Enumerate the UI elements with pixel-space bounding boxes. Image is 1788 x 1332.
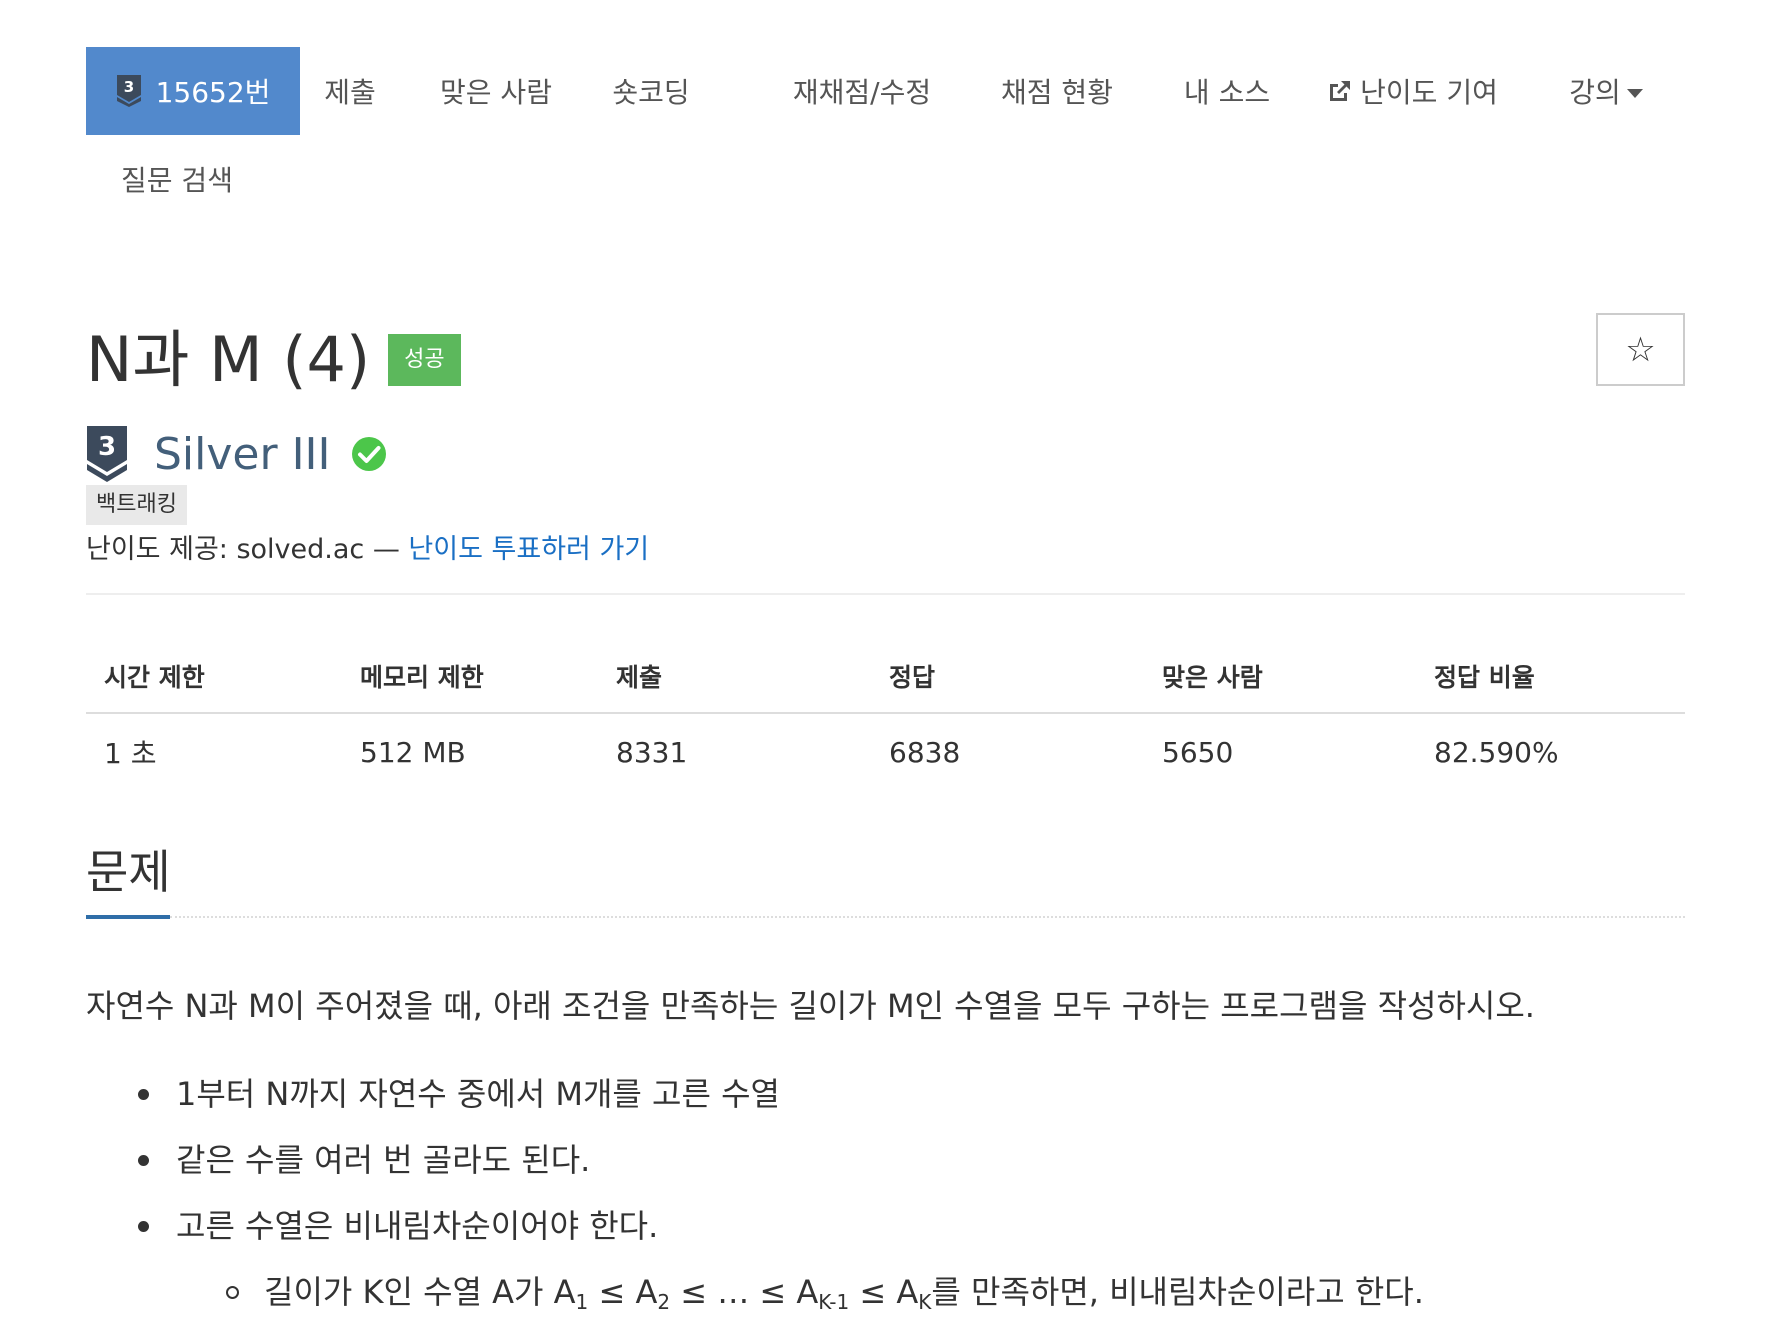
list-item: 같은 수를 여러 번 골라도 된다. [86, 1136, 1686, 1202]
table-header-cell: 제출 [616, 663, 663, 692]
favorite-star-button[interactable]: ☆ [1596, 313, 1685, 386]
list-item: 1부터 N까지 자연수 중에서 M개를 고른 수열 [86, 1070, 1686, 1136]
silver-tier-icon: 3 [116, 75, 142, 107]
time-limit-cell: 1 초 [104, 737, 157, 770]
difficulty-source-line: 난이도 제공: solved.ac — 난이도 투표하러 가기 [86, 530, 649, 570]
sub-list-text: 를 만족하면, 비내림차순이라고 한다. [931, 1273, 1424, 1311]
tab-shortest-code-label: 숏코딩 [612, 76, 690, 109]
sub-list-text: ≤ A [588, 1273, 658, 1311]
tab-question-search[interactable]: 질문 검색 [86, 135, 268, 223]
condition-list: 1부터 N까지 자연수 중에서 M개를 고른 수열 같은 수를 여러 번 골라도… [86, 1070, 1686, 1332]
tier-row: 3 Silver III [86, 424, 387, 484]
accepted-users-cell: 5650 [1162, 735, 1234, 769]
divider [86, 593, 1685, 595]
tab-question-search-label: 질문 검색 [121, 164, 233, 197]
tab-my-source-label: 내 소스 [1183, 76, 1271, 109]
tier-digit: 3 [98, 432, 116, 462]
section-heading-problem: 문제 [86, 845, 171, 899]
check-circle-icon [351, 436, 387, 472]
caret-down-icon [1626, 88, 1643, 98]
table-header-cell: 정답 비율 [1434, 663, 1535, 692]
algorithm-tag[interactable]: 백트래킹 [86, 485, 187, 525]
subscript: K-1 [818, 1290, 850, 1314]
submissions-cell: 8331 [616, 735, 688, 769]
problem-nav: 3 15652번 제출 맞은 사람 숏코딩 재채점/수정 채점 현황 내 소스 … [86, 47, 1686, 227]
sub-list-text: 길이가 K인 수열 A가 A [264, 1273, 576, 1311]
section-divider [170, 916, 1685, 918]
table-header-cell: 맞은 사람 [1162, 663, 1263, 692]
problem-info-table: 시간 제한 메모리 제한 제출 정답 맞은 사람 정답 비율 1 초 512 M… [86, 640, 1685, 790]
star-icon: ☆ [1625, 329, 1656, 370]
silver-tier-icon: 3 [86, 426, 128, 482]
tier-digit: 3 [123, 78, 133, 96]
tab-difficulty-contribution[interactable]: 난이도 기여 [1312, 47, 1512, 135]
sub-list-text: ≤ … ≤ A [670, 1273, 819, 1311]
tab-status[interactable]: 채점 현황 [982, 47, 1132, 135]
section-heading-underline [86, 915, 170, 919]
title-row: N과 M (4) 성공 [86, 314, 461, 396]
tab-rejudge[interactable]: 재채점/수정 [772, 47, 952, 135]
tier-name[interactable]: Silver III [154, 429, 331, 480]
tab-problem-number[interactable]: 3 15652번 [86, 47, 300, 135]
result-badge: 성공 [388, 334, 461, 386]
accept-ratio-cell: 82.590% [1434, 735, 1559, 769]
difficulty-source-text: 난이도 제공: solved.ac — [86, 534, 409, 565]
tab-shortest-code[interactable]: 숏코딩 [586, 47, 716, 135]
external-link-icon [1326, 77, 1354, 105]
accepted-cell: 6838 [889, 735, 961, 769]
problem-description: 자연수 N과 M이 주어졌을 때, 아래 조건을 만족하는 길이가 M인 수열을… [86, 987, 1535, 1025]
sub-list-text: ≤ A [849, 1273, 919, 1311]
tab-status-label: 채점 현황 [1001, 76, 1113, 109]
tab-difficulty-contribution-label: 난이도 기여 [1360, 76, 1498, 109]
tab-rejudge-label: 재채점/수정 [792, 76, 932, 109]
problem-number-label: 15652번 [155, 76, 271, 109]
subscript: K [918, 1290, 932, 1314]
tab-submit-label: 제출 [324, 76, 376, 109]
tab-my-source[interactable]: 내 소스 [1162, 47, 1292, 135]
list-item: 고른 수열은 비내림차순이어야 한다. [86, 1202, 1686, 1268]
subscript: 2 [657, 1290, 671, 1314]
table-header-cell: 시간 제한 [104, 663, 205, 692]
problem-title: N과 M (4) [86, 323, 371, 396]
memory-limit-cell: 512 MB [360, 735, 466, 769]
table-header-cell: 정답 [889, 663, 936, 692]
tab-lectures-dropdown[interactable]: 강의 [1546, 47, 1666, 135]
tab-accepted-people[interactable]: 맞은 사람 [416, 47, 576, 135]
table-row: 1 초 512 MB 8331 6838 5650 82.590% [86, 714, 1685, 790]
table-header-cell: 메모리 제한 [360, 663, 484, 692]
tab-accepted-people-label: 맞은 사람 [440, 76, 552, 109]
tab-lectures-label: 강의 [1569, 76, 1621, 109]
subscript: 1 [575, 1290, 589, 1314]
tab-submit[interactable]: 제출 [300, 47, 400, 135]
difficulty-vote-link[interactable]: 난이도 투표하러 가기 [408, 534, 649, 565]
sub-list-item: 길이가 K인 수열 A가 A1 ≤ A2 ≤ … ≤ AK-1 ≤ AK를 만족… [86, 1268, 1686, 1332]
table-header-row: 시간 제한 메모리 제한 제출 정답 맞은 사람 정답 비율 [86, 640, 1685, 714]
